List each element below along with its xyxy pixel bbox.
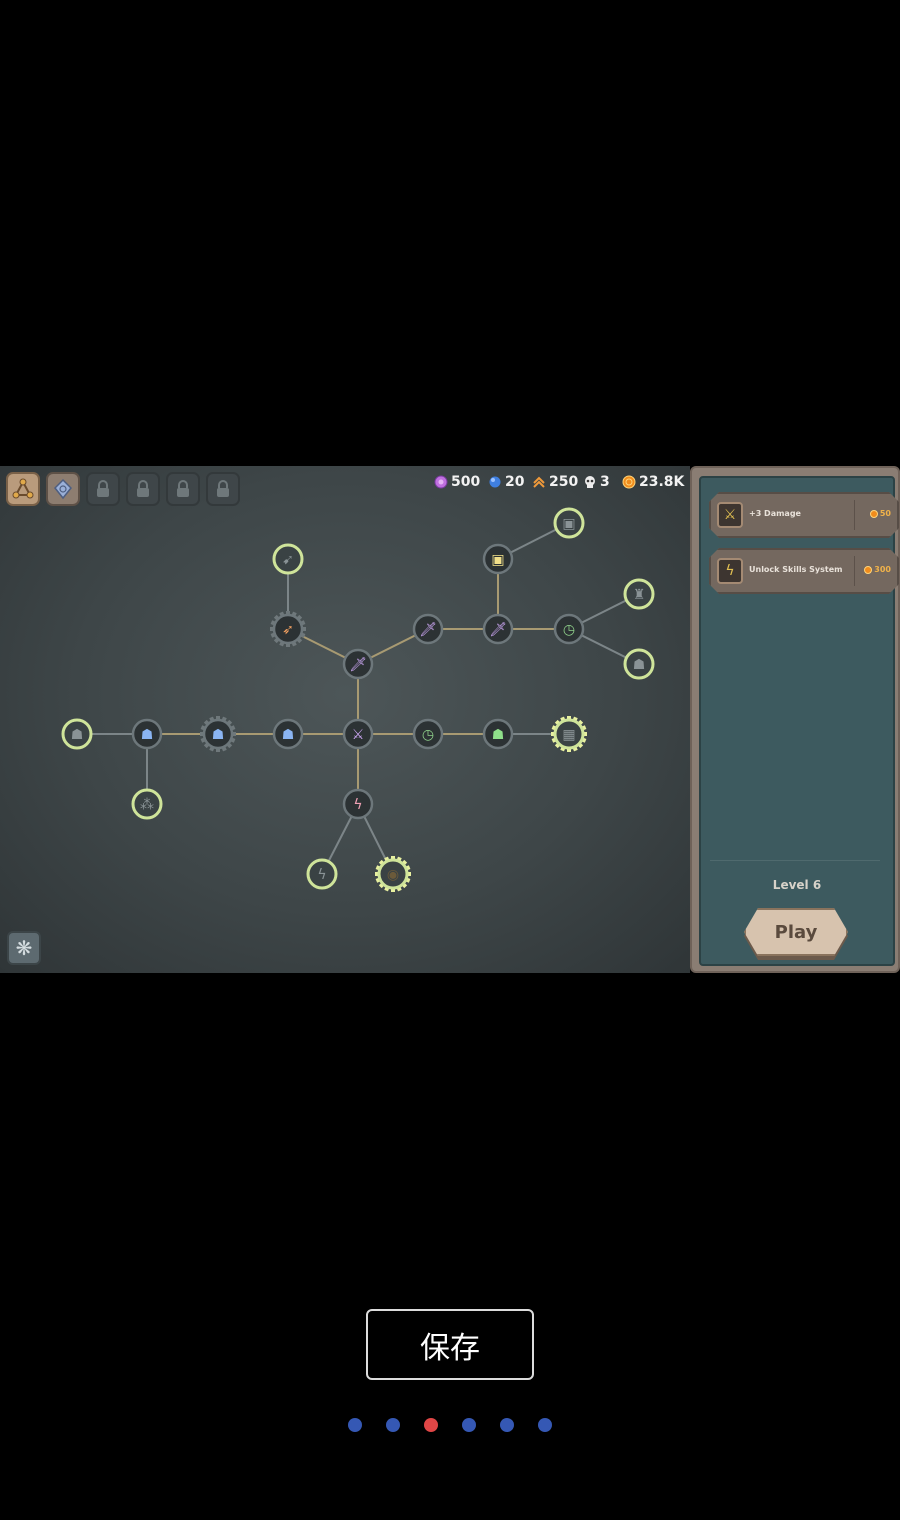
- cat-icon: ☗: [71, 727, 84, 743]
- skill-node-cat-blue-2[interactable]: ☗: [200, 716, 236, 752]
- spiral-icon: ◉: [387, 867, 399, 883]
- sword-icon: 🗡: [419, 622, 437, 638]
- upgrade-cost: 50: [869, 509, 891, 518]
- skill-node-clock[interactable]: ◷: [412, 718, 444, 750]
- cat-icon: ☗: [633, 657, 646, 673]
- lightning-icon: ϟ: [353, 797, 362, 813]
- upgrade-title: +3 Damage: [749, 509, 801, 518]
- page-dot[interactable]: [500, 1418, 514, 1432]
- upgrade-panel-inner: ⚔ +3 Damage 50 ϟ Unlock Skills System 30…: [699, 476, 899, 966]
- skill-node-cat-blue-1[interactable]: ☗: [131, 718, 163, 750]
- skill-node-chest-top[interactable]: ▣: [553, 507, 585, 539]
- coin-icon: [869, 509, 878, 518]
- page-dot-active[interactable]: [424, 1418, 438, 1432]
- fire-arrow-icon: ➶: [282, 622, 294, 638]
- skill-node-money-bag[interactable]: ♜: [623, 578, 655, 610]
- page-dot[interactable]: [348, 1418, 362, 1432]
- skill-node-frame[interactable]: ▦: [551, 716, 587, 752]
- skill-node-cat-blue-3[interactable]: ☗: [272, 718, 304, 750]
- bolt-icon: ϟ: [317, 867, 326, 883]
- money-bag-icon: ♜: [633, 587, 646, 603]
- skill-node-bolt-small[interactable]: ϟ: [306, 858, 338, 890]
- skill-node-lightning[interactable]: ϟ: [342, 788, 374, 820]
- skill-node-cat-left[interactable]: ☗: [61, 718, 93, 750]
- skill-node-root[interactable]: ⚔: [342, 718, 374, 750]
- skill-tree-board: 500 20 250 3 23.8K ⚔ 🗡 ➶ ➹ 🗡 🗡 ▣ ▣ ◷ ♜ ☗ ☗ ☗ ☗ ☗ ⁂ ◷ ☗ ▦ ϟ ϟ…: [0, 466, 690, 973]
- level-label: Level 6: [772, 878, 822, 892]
- clock-icon: ◷: [422, 727, 434, 743]
- sword-icon: 🗡: [349, 657, 367, 673]
- page-dot[interactable]: [386, 1418, 400, 1432]
- skill-node-fire[interactable]: ➶: [270, 611, 306, 647]
- clock-icon: ◷: [563, 622, 575, 638]
- skill-tree-graph: ⚔ 🗡 ➶ ➹ 🗡 🗡 ▣ ▣ ◷ ♜ ☗ ☗ ☗ ☗ ☗ ⁂ ◷ ☗ ▦ ϟ ϟ ◉: [61, 507, 655, 892]
- arrows-icon: ➹: [282, 552, 294, 568]
- cat-icon: ☗: [492, 727, 505, 743]
- skill-node-chest[interactable]: ▣: [482, 543, 514, 575]
- play-label: Play: [774, 921, 818, 943]
- upgrade-cost: 300: [864, 565, 891, 574]
- frame-icon: ▦: [562, 727, 575, 743]
- skill-node-sword-r1[interactable]: 🗡: [412, 613, 444, 645]
- game-screen: 500 20 250 3 23.8K ⚔ 🗡 ➶ ➹ 🗡 🗡 ▣ ▣ ◷ ♜ ☗ ☗ ☗ ☗ ☗ ⁂ ◷ ☗ ▦ ϟ ϟ…: [0, 466, 900, 973]
- sword-icon: 🗡: [489, 622, 507, 638]
- skill-node-sword-r2[interactable]: 🗡: [482, 613, 514, 645]
- page-dot[interactable]: [538, 1418, 552, 1432]
- play-button[interactable]: Play: [744, 908, 848, 960]
- skill-node-cat-green[interactable]: ☗: [482, 718, 514, 750]
- page-dot[interactable]: [462, 1418, 476, 1432]
- cat-icon: ☗: [282, 727, 295, 743]
- upgrade-title: Unlock Skills System: [749, 565, 843, 574]
- upgrade-panel: ⚔ +3 Damage 50 ϟ Unlock Skills System 30…: [690, 466, 900, 973]
- stars-icon: ⁂: [140, 797, 154, 813]
- skill-node-sword-mid[interactable]: 🗡: [342, 648, 374, 680]
- skill-node-spiral[interactable]: ◉: [375, 856, 411, 892]
- snowflake-icon: ❋: [15, 936, 33, 960]
- skill-node-arrow-up[interactable]: ➹: [272, 543, 304, 575]
- upgrade-card-damage[interactable]: ⚔ +3 Damage 50: [709, 492, 899, 538]
- skill-node-stars[interactable]: ⁂: [131, 788, 163, 820]
- chest-icon: ▣: [491, 552, 504, 568]
- cat-icon: ☗: [212, 727, 225, 743]
- save-button[interactable]: 保存: [366, 1309, 534, 1380]
- skill-node-cat-top[interactable]: ☗: [623, 648, 655, 680]
- settings-button[interactable]: ❋: [7, 931, 41, 965]
- lightning-icon: ϟ: [717, 558, 743, 584]
- upgrade-card-skills[interactable]: ϟ Unlock Skills System 300: [709, 548, 899, 594]
- skill-node-clock-speed[interactable]: ◷: [553, 613, 585, 645]
- coin-icon: [864, 565, 873, 574]
- sword-icon: ⚔: [717, 502, 743, 528]
- crossed-swords-icon: ⚔: [352, 727, 365, 743]
- divider: [710, 860, 880, 861]
- chest-icon: ▣: [562, 516, 575, 532]
- cat-icon: ☗: [141, 727, 154, 743]
